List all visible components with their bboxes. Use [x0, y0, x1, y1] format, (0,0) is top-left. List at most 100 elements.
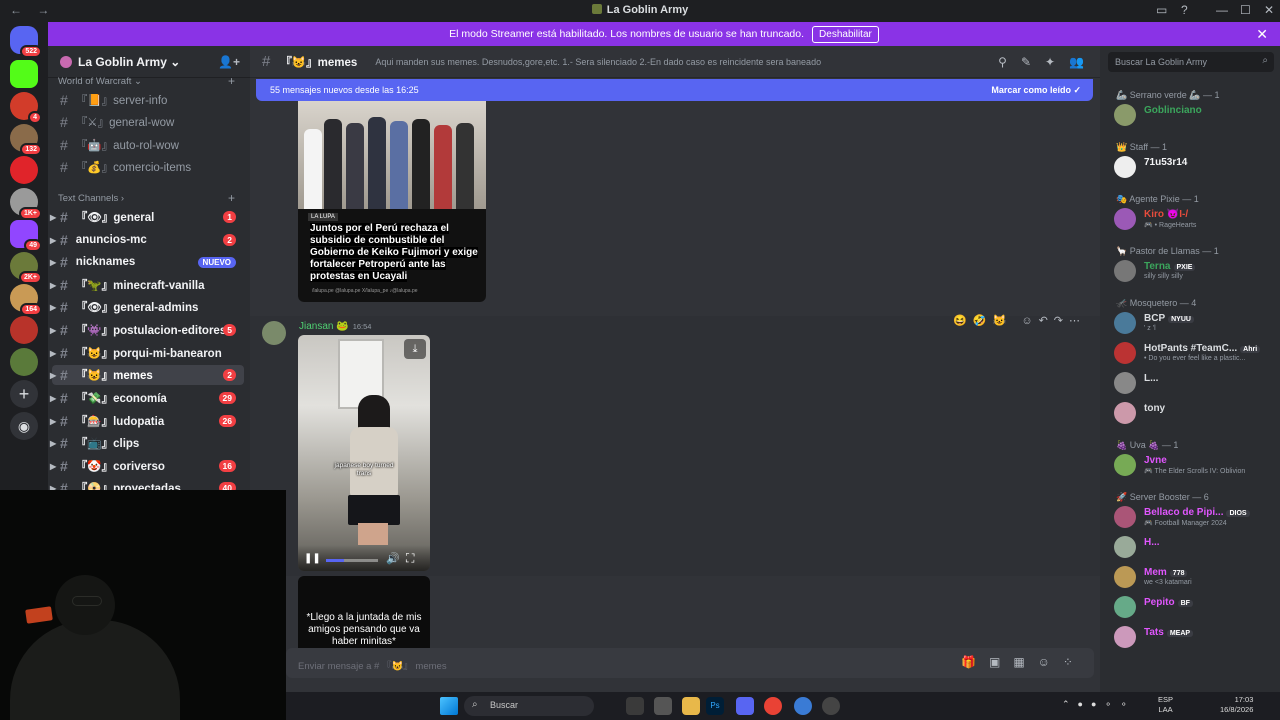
channel-general[interactable]: ▶ # 『👁』general 1 — [50, 207, 244, 227]
obs-icon[interactable] — [822, 697, 840, 715]
channel-comercio-items[interactable]: # 『💰』comercio-items — [52, 157, 244, 177]
channel-postulacion-editores[interactable]: ▶ # 『👾』postulacion-editores 5 — [50, 320, 244, 340]
video-progress-bar[interactable] — [326, 559, 378, 562]
server-icon[interactable] — [10, 316, 38, 344]
video-progress-fill — [326, 559, 345, 562]
language-indicator[interactable]: ESP LAA — [1158, 695, 1173, 715]
news-image-attachment[interactable]: LA LUPA Juntos por el Perú rechaza el su… — [298, 101, 486, 302]
message-author[interactable]: Jiansan 🐸 16:54 — [299, 321, 371, 332]
channel-porqui-mi-banearon[interactable]: ▶ # 『😺』porqui-mi-banearon — [50, 343, 244, 363]
category-text-channels[interactable]: Text Channels › + — [58, 191, 235, 205]
member-item[interactable]: HotPants #TeamC... Ahri • Do you ever feel… — [1112, 340, 1274, 366]
dm-home-icon[interactable]: 522 — [10, 26, 42, 58]
message-actions[interactable]: 😆🤣😺 ☺↶↷⋯ — [953, 314, 1086, 327]
channel-topic[interactable]: Aqui manden sus memes. Desnudos,gore,etc… — [375, 57, 821, 67]
member-item[interactable]: BCP NYUU ' z 'l — [1112, 310, 1274, 336]
member-search-input[interactable]: Buscar La Goblin Army ⌕ — [1108, 52, 1274, 72]
download-icon[interactable]: ⤓ — [404, 339, 426, 359]
channel-anuncios-mc[interactable]: ▶ # anuncios-mc 2 — [50, 230, 244, 250]
channel-general-wow[interactable]: # 『⚔』general-wow — [52, 112, 244, 132]
member-item[interactable]: Bellaco de Pipi... DIOS 🎮 Football Manager… — [1112, 504, 1274, 530]
app-icon[interactable] — [654, 697, 672, 715]
close-button[interactable]: ✕ — [1264, 3, 1274, 17]
member-item[interactable]: L... — [1112, 370, 1274, 396]
discover-icon[interactable]: ◉ — [10, 412, 38, 440]
close-banner-icon[interactable]: ✕ — [1256, 26, 1268, 43]
member-item[interactable]: Kiro 😈I-/ 🎮 • RageHearts — [1112, 206, 1274, 232]
disable-streamer-button[interactable]: Deshabilitar — [812, 25, 879, 43]
member-item[interactable]: Pepito BF — [1112, 594, 1274, 620]
new-messages-bar[interactable]: 55 mensajes nuevos desde las 16:25 Marca… — [256, 79, 1093, 101]
message-composer[interactable]: Enviar mensaje a # 『😺』 memes 🎁▣▦☺⁘ — [286, 648, 1094, 678]
channel-nicknames[interactable]: ▶ # nicknames NUEVO — [50, 252, 244, 272]
chrome-icon[interactable] — [764, 697, 782, 715]
channel-server-info[interactable]: # 『📙』server-info — [52, 90, 244, 110]
member-item[interactable]: tony — [1112, 400, 1274, 426]
clock[interactable]: 17:03 16/8/2026 — [1220, 695, 1253, 715]
news-tag: LA LUPA — [308, 213, 338, 221]
invite-icon[interactable]: 👤+ — [218, 55, 240, 69]
mark-read-button[interactable]: Marcar como leído ✓ — [991, 85, 1081, 96]
pause-icon[interactable]: ❚❚ — [304, 553, 321, 564]
channel-economia[interactable]: ▶ # 『💸』economía 29 — [50, 388, 244, 408]
system-tray[interactable]: ⌃●●⚬⚬ — [1062, 699, 1136, 710]
meme-image-attachment[interactable]: *Llego a la juntada de mis amigos pensan… — [298, 576, 430, 648]
photoshop-icon[interactable]: Ps — [706, 697, 724, 715]
member-item[interactable]: Mem 778 we <3 katamari — [1112, 564, 1274, 590]
category-wow[interactable]: World of Warcraft ⌄ + — [58, 74, 235, 88]
server-icon[interactable] — [10, 348, 38, 376]
server-icon[interactable]: 1K+ — [10, 188, 42, 220]
channel-general-admins[interactable]: ▶ # 『👁』general-admins — [50, 297, 244, 317]
volume-icon[interactable]: 🔊 — [386, 552, 400, 565]
maximize-button[interactable]: ☐ — [1240, 3, 1251, 17]
fullscreen-icon[interactable]: ⛶ — [406, 551, 414, 566]
member-item[interactable]: Terna PXIE silly silly silly — [1112, 258, 1274, 284]
avatar[interactable] — [262, 321, 286, 345]
member-group-title: 🦾 Serrano verde 🦾 — 1 — [1116, 90, 1220, 100]
server-icon[interactable]: 132 — [10, 124, 42, 156]
mention-badge: 522 — [20, 45, 42, 58]
channel-ludopatia[interactable]: ▶ # 『🎰』ludopatia 26 — [50, 411, 244, 431]
channel-minecraft-vanilla[interactable]: ▶ # 『🦖』minecraft-vanilla — [50, 275, 244, 295]
channel-auto-rol-wow[interactable]: # 『🤖』auto-rol-wow — [52, 135, 244, 155]
header-toolbar[interactable]: ⚲✎✦👥 — [998, 55, 1098, 69]
server-icon[interactable]: 4 — [10, 92, 42, 124]
start-icon[interactable] — [440, 697, 458, 715]
add-channel-icon[interactable]: + — [228, 74, 235, 88]
discord-icon[interactable] — [736, 697, 754, 715]
hash-icon: # — [60, 159, 68, 175]
message-jiansan[interactable]: Jiansan 🐸 16:54 😆🤣😺 ☺↶↷⋯ japanese boy tur… — [250, 314, 1100, 576]
member-item[interactable]: Tats MEAP — [1112, 624, 1274, 650]
member-item[interactable]: H... — [1112, 534, 1274, 560]
task-view-icon[interactable] — [626, 697, 644, 715]
inbox-icon[interactable]: ▭ — [1156, 3, 1167, 17]
member-item[interactable]: Goblinciano — [1112, 102, 1274, 128]
help-icon[interactable]: ? — [1181, 3, 1188, 17]
server-icon-kick[interactable] — [10, 60, 38, 88]
member-name-text: Jvne — [1144, 455, 1167, 466]
server-icon-twitch[interactable]: 49 — [10, 220, 42, 252]
server-header[interactable]: La Goblin Army ⌄ 👤+ — [48, 46, 250, 78]
video-attachment[interactable]: japanese boy turned trans ⤓ ❚❚ 🔊 ⛶ — [298, 335, 430, 571]
taskbar-search[interactable]: ⌕ Buscar — [464, 696, 594, 716]
file-explorer-icon[interactable] — [682, 697, 700, 715]
news-footer: /lalupa.pe @lalupa.pe X/lalupa_pe ♪@lalu… — [312, 288, 418, 294]
server-icon-goblin[interactable]: 2K+ — [10, 252, 42, 284]
channel-memes[interactable]: ▶ # 『😺』memes 2 — [50, 365, 244, 385]
author-name[interactable]: Jiansan 🐸 — [299, 321, 349, 332]
server-icon[interactable] — [10, 156, 38, 184]
unread-count: 2 — [223, 234, 236, 246]
server-icon[interactable]: 164 — [10, 284, 42, 316]
app-icon[interactable] — [794, 697, 812, 715]
add-channel-icon[interactable]: + — [228, 191, 235, 205]
member-name: HotPants #TeamC... Ahri — [1144, 343, 1261, 354]
channel-clips[interactable]: ▶ # 『📺』clips — [50, 433, 244, 453]
composer-tools[interactable]: 🎁▣▦☺⁘ — [961, 655, 1086, 669]
avatar — [1114, 506, 1136, 528]
add-server-icon[interactable]: + — [10, 380, 38, 408]
member-item[interactable]: Jvne 🎮 The Elder Scrolls IV: Oblivion — [1112, 452, 1274, 478]
member-item[interactable]: 71u53r14 — [1112, 154, 1274, 180]
person-figure — [456, 123, 474, 209]
channel-coriverso[interactable]: ▶ # 『🤡』coriverso 16 — [50, 456, 244, 476]
minimize-button[interactable]: — — [1216, 3, 1228, 17]
